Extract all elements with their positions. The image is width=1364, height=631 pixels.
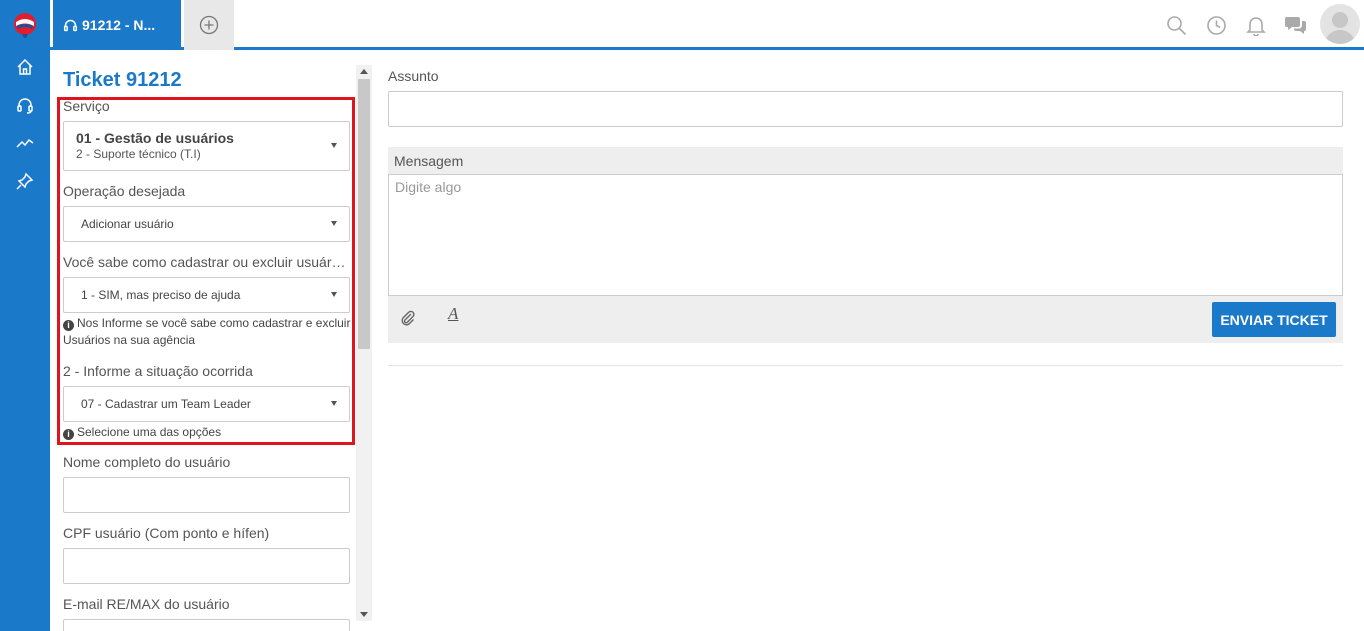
tab-ticket-91212[interactable]: 91212 - N...	[53, 0, 181, 50]
message-textarea[interactable]: Digite algo	[388, 174, 1343, 296]
nome-input[interactable]	[63, 477, 350, 513]
message-editor: Mensagem Digite algo A ENVIAR TICKET	[388, 147, 1343, 343]
subject-label: Assunto	[388, 68, 439, 84]
plus-circle-icon	[199, 15, 219, 35]
avatar[interactable]	[1320, 4, 1360, 44]
tab-label: 91212 - N...	[82, 17, 156, 33]
chat-icon[interactable]	[1285, 14, 1307, 36]
paperclip-icon[interactable]	[400, 310, 416, 331]
form-scrollbar[interactable]	[356, 65, 372, 621]
headset-icon[interactable]	[14, 94, 36, 116]
email-label: E-mail RE/MAX do usuário	[63, 596, 230, 612]
subject-input[interactable]	[388, 91, 1343, 127]
text-format-icon[interactable]: A	[448, 304, 458, 324]
divider	[388, 365, 1343, 366]
page-title: Ticket 91212	[63, 69, 182, 91]
cpf-label: CPF usuário (Com ponto e hífen)	[63, 525, 270, 541]
top-bar: 91212 - N...	[50, 0, 1364, 50]
remax-balloon-logo[interactable]	[13, 13, 37, 39]
home-icon[interactable]	[14, 56, 36, 78]
scroll-down-arrow[interactable]	[360, 612, 368, 617]
pin-icon[interactable]	[14, 170, 36, 192]
headset-icon	[63, 19, 78, 31]
bell-icon[interactable]	[1245, 14, 1267, 36]
message-label: Mensagem	[394, 153, 464, 169]
email-input[interactable]	[63, 619, 350, 631]
scroll-thumb[interactable]	[358, 79, 370, 349]
nome-label: Nome completo do usuário	[63, 454, 231, 470]
scroll-up-arrow[interactable]	[360, 69, 368, 74]
side-rail	[0, 0, 50, 631]
send-ticket-button[interactable]: ENVIAR TICKET	[1212, 302, 1336, 337]
search-icon[interactable]	[1165, 14, 1187, 36]
add-tab-button[interactable]	[184, 0, 234, 50]
trend-chart-icon[interactable]	[14, 132, 36, 154]
highlight-box	[57, 97, 355, 445]
history-clock-icon[interactable]	[1205, 14, 1227, 36]
ticket-form-panel: Ticket 91212 Serviço 01 - Gestão de usuá…	[50, 53, 372, 631]
cpf-input[interactable]	[63, 548, 350, 584]
